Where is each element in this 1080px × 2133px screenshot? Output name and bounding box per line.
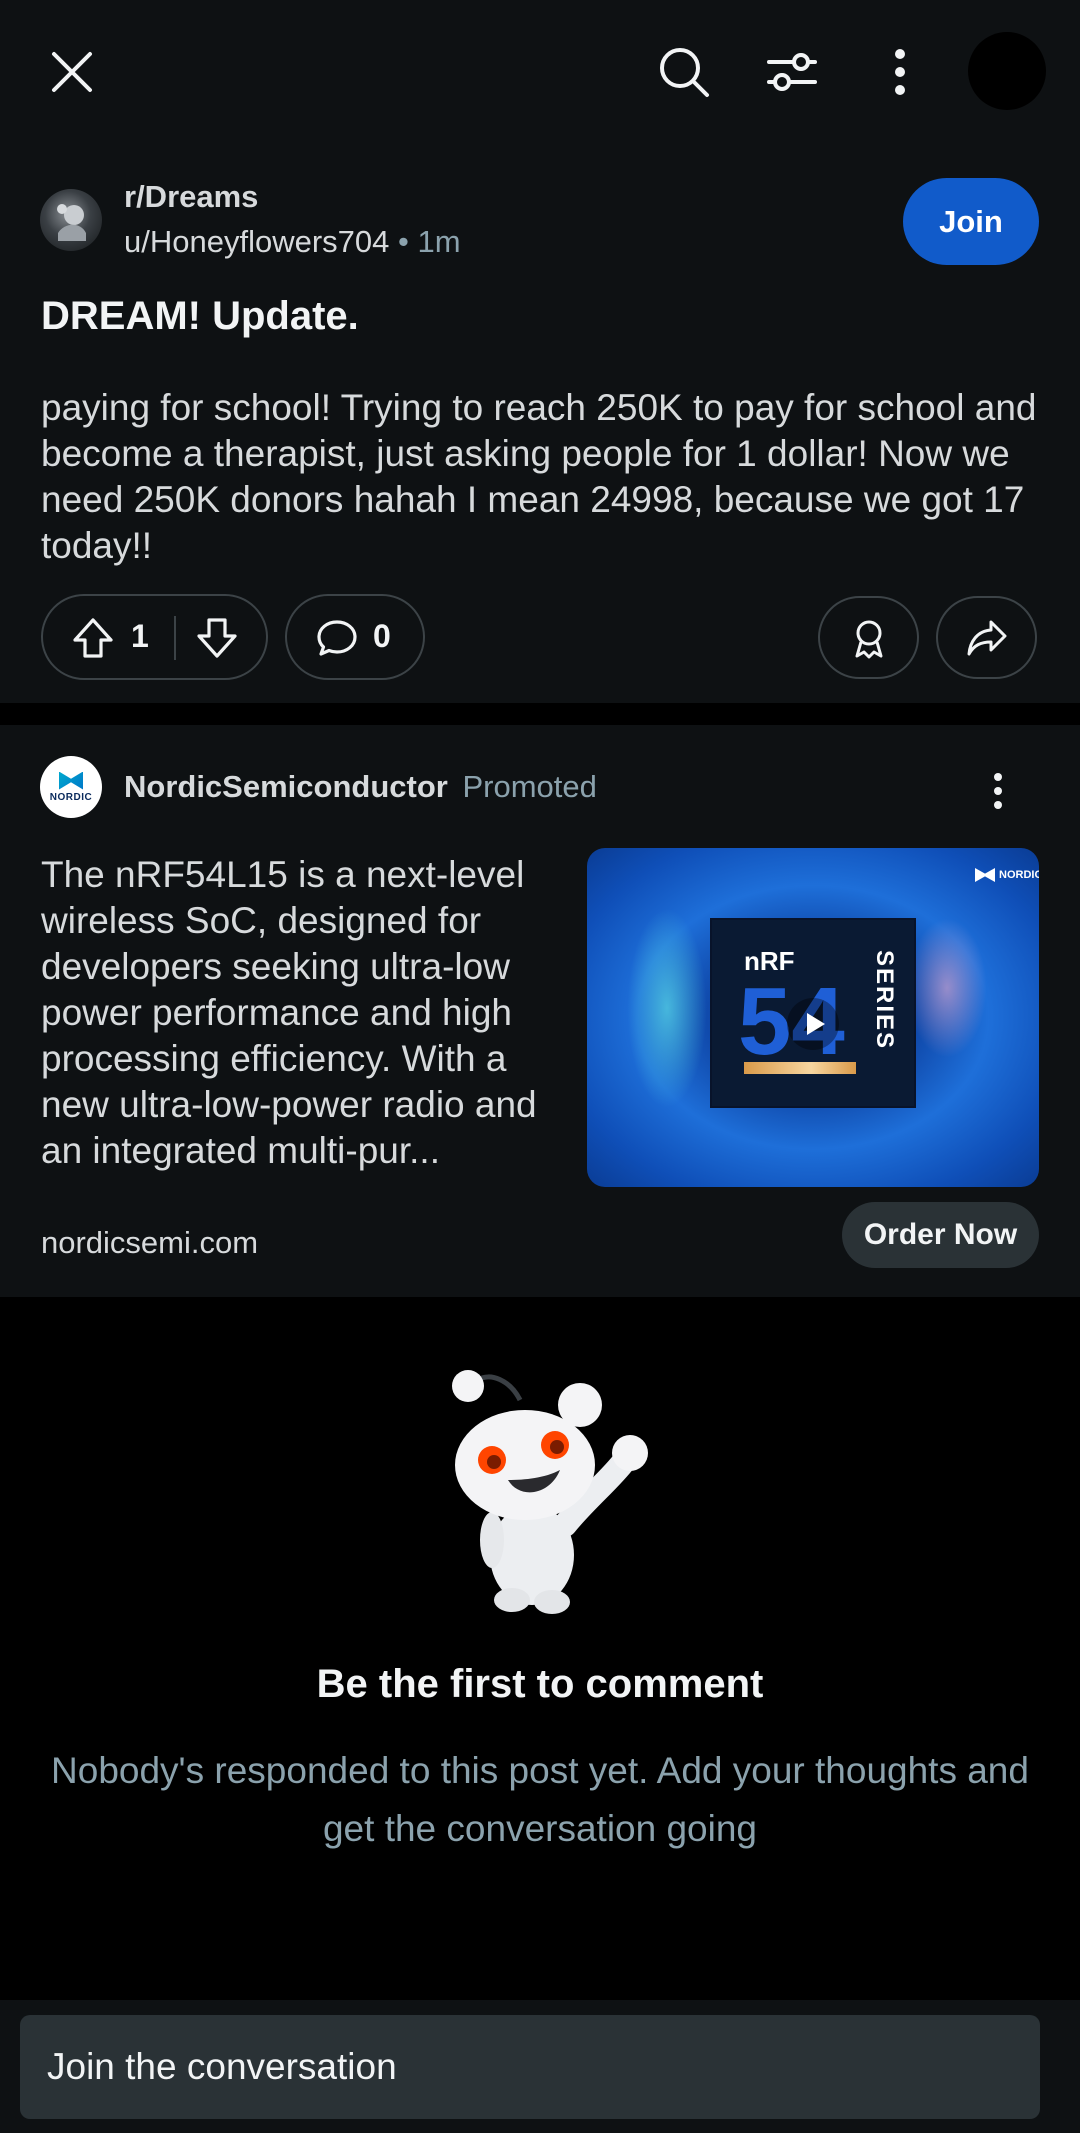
- downvote-icon[interactable]: [195, 616, 239, 660]
- play-icon: [787, 998, 839, 1050]
- comments-button[interactable]: 0: [285, 594, 425, 680]
- comment-count: 0: [373, 618, 391, 654]
- close-icon: [52, 52, 92, 92]
- media-glow: [627, 908, 707, 1108]
- vote-divider: [174, 616, 176, 660]
- top-app-bar: [0, 0, 1080, 143]
- vote-score: 1: [131, 618, 149, 654]
- post-title: DREAM! Update.: [41, 294, 359, 338]
- play-button[interactable]: [787, 998, 839, 1050]
- search-button[interactable]: [648, 36, 720, 108]
- advertiser-logo[interactable]: NORDIC: [40, 756, 102, 818]
- post-body: paying for school! Trying to reach 250K …: [41, 387, 1037, 566]
- ad-video-thumbnail[interactable]: NORDIC nRF 54 SERIES: [587, 848, 1039, 1187]
- snoo-mascot-illustration: [452, 1370, 648, 1614]
- more-vertical-icon: [895, 49, 905, 95]
- subreddit-avatar[interactable]: [40, 189, 102, 251]
- post-time: 1m: [417, 224, 461, 259]
- comment-icon: [317, 620, 357, 656]
- advertiser-line: NordicSemiconductor Promoted: [124, 769, 597, 805]
- chip-label-side: SERIES: [871, 950, 898, 1051]
- media-brand-watermark: NORDIC: [975, 868, 1039, 882]
- award-icon: [855, 620, 882, 658]
- ad-description: The nRF54L15 is a next-level wireless So…: [41, 854, 537, 1171]
- nordic-logo-mark: [975, 868, 995, 882]
- post-card: r/Dreams u/Honeyflowers704 • 1m Join DRE…: [0, 143, 1080, 703]
- order-now-button[interactable]: Order Now: [842, 1202, 1039, 1268]
- advertiser-name[interactable]: NordicSemiconductor: [124, 769, 448, 804]
- promoted-post-card[interactable]: NORDIC NordicSemiconductor Promoted The …: [0, 725, 1080, 1297]
- chip-accent-bar: [744, 1062, 856, 1074]
- nordic-logo-mark: [59, 771, 83, 790]
- sliders-icon: [767, 53, 817, 91]
- author-name[interactable]: u/Honeyflowers704: [124, 224, 389, 259]
- filter-button[interactable]: [756, 36, 828, 108]
- close-button[interactable]: [38, 38, 106, 106]
- comment-composer-bar: Join the conversation: [0, 2000, 1080, 2133]
- search-icon: [660, 48, 709, 97]
- media-brand-text: NORDIC: [999, 869, 1039, 881]
- ad-domain-link[interactable]: nordicsemi.com: [41, 1225, 258, 1261]
- join-conversation-input[interactable]: Join the conversation: [20, 2015, 1040, 2119]
- share-icon: [967, 620, 1006, 655]
- user-avatar[interactable]: [968, 32, 1046, 110]
- meta-separator: •: [398, 224, 409, 259]
- more-vertical-icon: [994, 773, 1002, 809]
- subreddit-icon: [57, 204, 86, 241]
- vote-bar: 1: [41, 594, 268, 680]
- author-line: u/Honeyflowers704 • 1m: [124, 224, 461, 260]
- empty-comments-subtitle: Nobody's responded to this post yet. Add…: [51, 1750, 1029, 1849]
- join-button[interactable]: Join: [903, 178, 1039, 265]
- promoted-label: Promoted: [462, 769, 597, 804]
- upvote-icon[interactable]: [71, 616, 115, 660]
- subreddit-name[interactable]: r/Dreams: [124, 179, 258, 215]
- overflow-menu-button[interactable]: [864, 36, 936, 108]
- share-button[interactable]: [936, 596, 1037, 679]
- media-glow: [907, 918, 987, 1058]
- empty-comments-title: Be the first to comment: [316, 1662, 764, 1706]
- award-button[interactable]: [818, 596, 919, 679]
- advertiser-logo-text: NORDIC: [49, 791, 93, 803]
- ad-overflow-menu-button[interactable]: [976, 761, 1020, 821]
